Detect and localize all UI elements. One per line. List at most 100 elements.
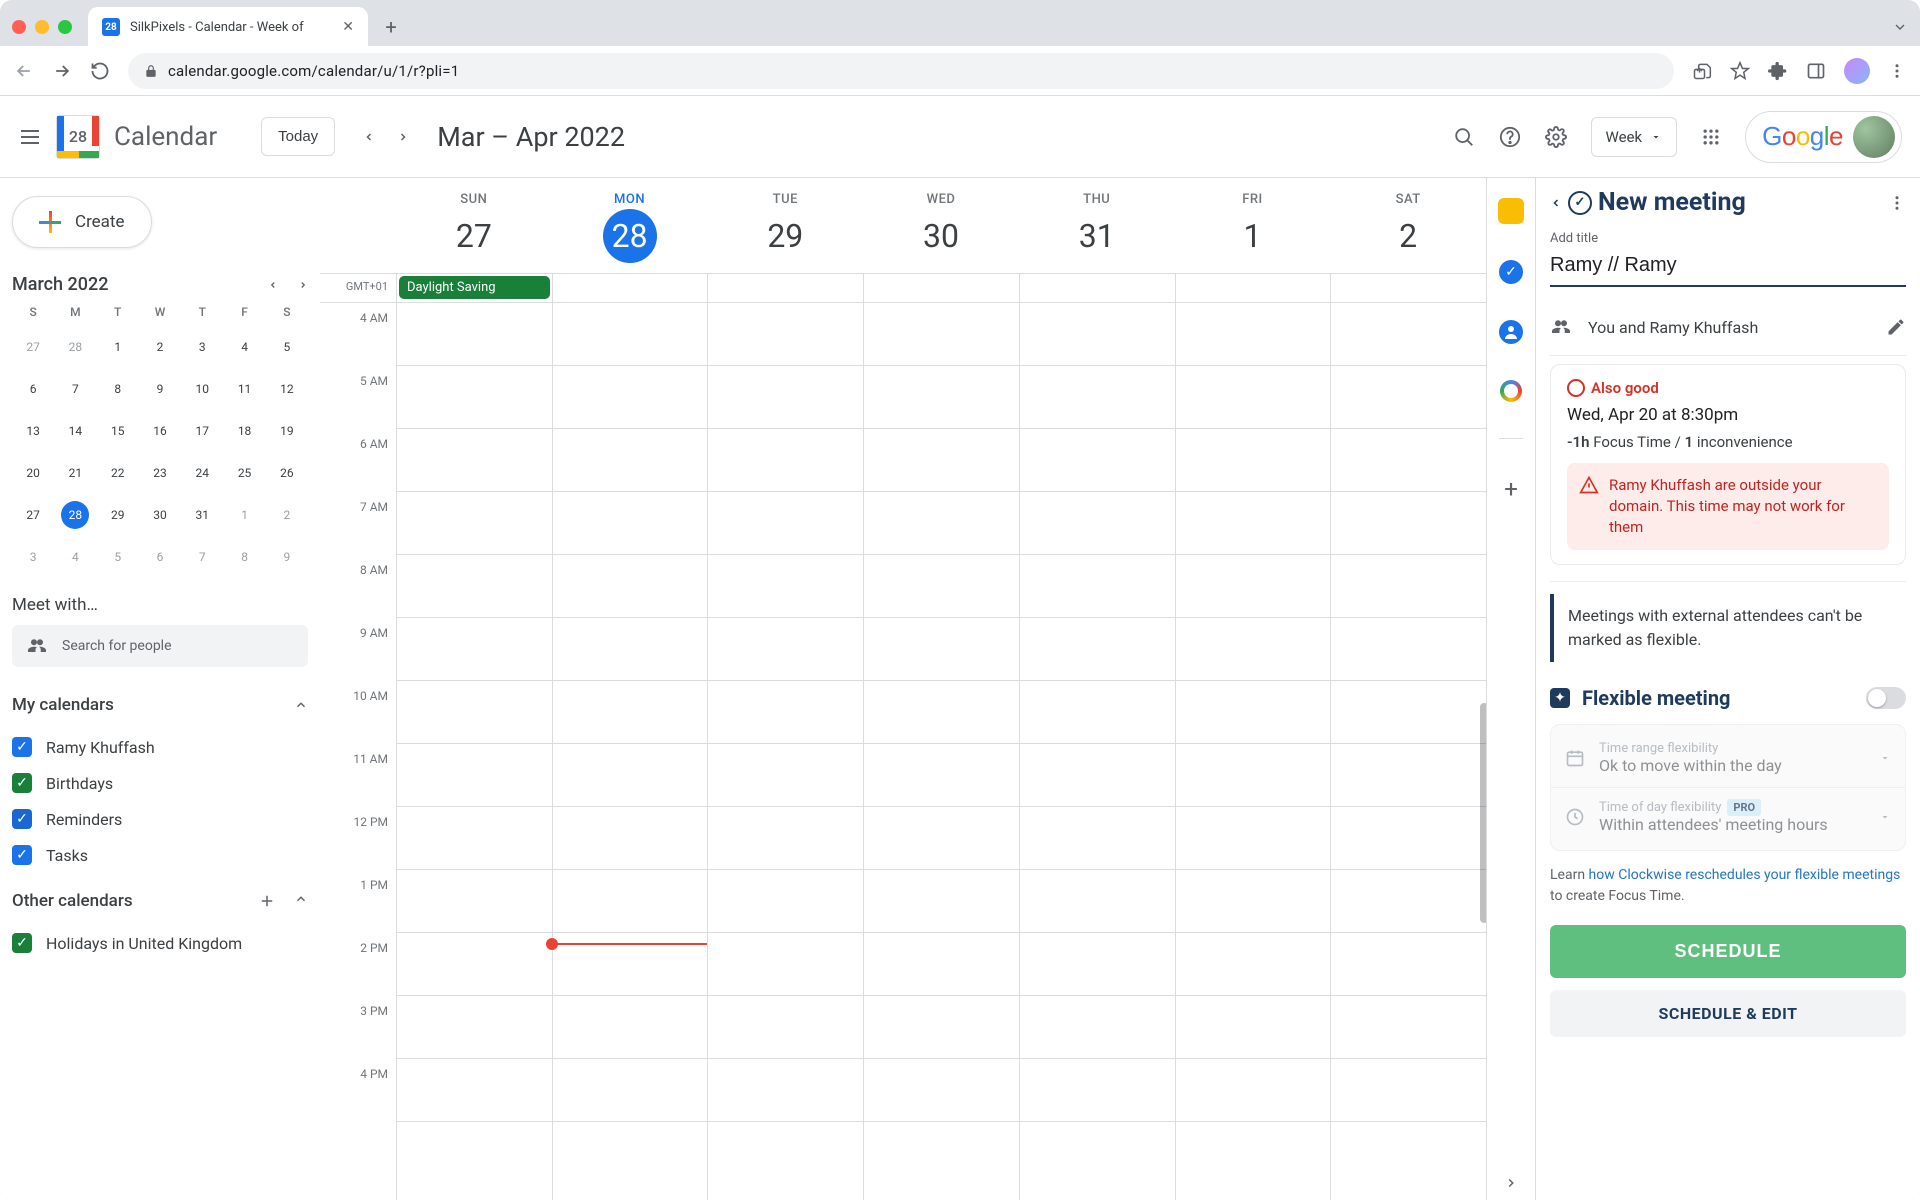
mini-day[interactable]: 14 — [61, 417, 89, 445]
browser-menu-icon[interactable] — [1888, 62, 1906, 80]
mini-day[interactable]: 27 — [19, 501, 47, 529]
time-range-flex-row[interactable]: Time range flexibility Ok to move within… — [1551, 729, 1905, 788]
panel-back-icon[interactable] — [1550, 194, 1562, 212]
mini-day[interactable]: 12 — [273, 375, 301, 403]
allday-cell[interactable] — [1019, 274, 1175, 302]
mini-calendar[interactable]: SMTWTFS272812345678910111213141516171819… — [12, 305, 308, 571]
back-button[interactable] — [14, 61, 34, 81]
allday-cell[interactable] — [552, 274, 708, 302]
mini-day[interactable]: 29 — [104, 501, 132, 529]
calendar-checkbox[interactable]: ✓ — [12, 809, 32, 829]
day-header[interactable]: SUN27 — [396, 178, 552, 273]
maximize-window-icon[interactable] — [58, 20, 72, 34]
today-button[interactable]: Today — [261, 117, 335, 156]
keep-icon[interactable] — [1498, 198, 1524, 224]
view-selector[interactable]: Week — [1591, 117, 1678, 157]
mini-day[interactable]: 13 — [19, 417, 47, 445]
mini-day[interactable]: 7 — [188, 543, 216, 571]
edit-icon[interactable] — [1886, 317, 1906, 337]
scrollbar-thumb[interactable] — [1480, 703, 1486, 923]
omnibox[interactable]: calendar.google.com/calendar/u/1/r?pli=1 — [128, 53, 1674, 89]
mini-day[interactable]: 24 — [188, 459, 216, 487]
day-column[interactable] — [1175, 303, 1331, 1200]
day-header[interactable]: THU31 — [1019, 178, 1175, 273]
mini-day[interactable]: 4 — [231, 333, 259, 361]
day-header[interactable]: WED30 — [863, 178, 1019, 273]
learn-link[interactable]: how Clockwise reschedules your flexible … — [1589, 867, 1901, 883]
forward-button[interactable] — [52, 61, 72, 81]
mini-day[interactable]: 6 — [146, 543, 174, 571]
calendar-checkbox[interactable]: ✓ — [12, 773, 32, 793]
main-menu-icon[interactable] — [18, 125, 42, 149]
mini-day[interactable]: 18 — [231, 417, 259, 445]
mini-day[interactable]: 9 — [146, 375, 174, 403]
allday-cell[interactable] — [1330, 274, 1486, 302]
mini-prev-icon[interactable] — [268, 278, 278, 292]
mini-day[interactable]: 2 — [146, 333, 174, 361]
mini-day[interactable]: 7 — [61, 375, 89, 403]
extensions-icon[interactable] — [1768, 61, 1788, 81]
time-suggestion-card[interactable]: Also good Wed, Apr 20 at 8:30pm -1h Focu… — [1550, 364, 1906, 565]
reload-button[interactable] — [90, 61, 110, 81]
day-column[interactable] — [396, 303, 552, 1200]
allday-event[interactable]: Daylight Saving — [399, 276, 550, 299]
day-column[interactable] — [863, 303, 1019, 1200]
mini-day[interactable]: 25 — [231, 459, 259, 487]
calendar-checkbox[interactable]: ✓ — [12, 933, 32, 953]
mini-day[interactable]: 15 — [104, 417, 132, 445]
mini-day[interactable]: 23 — [146, 459, 174, 487]
calendar-item[interactable]: ✓Birthdays — [12, 765, 308, 801]
attendees-row[interactable]: You and Ramy Khuffash — [1550, 305, 1906, 349]
meeting-title-input[interactable] — [1550, 250, 1906, 287]
allday-cell[interactable] — [707, 274, 863, 302]
day-column[interactable] — [1019, 303, 1175, 1200]
calendar-item[interactable]: ✓Ramy Khuffash — [12, 729, 308, 765]
mini-day[interactable]: 2 — [273, 501, 301, 529]
mini-day[interactable]: 27 — [19, 333, 47, 361]
close-tab-icon[interactable]: ✕ — [342, 19, 354, 35]
mini-day[interactable]: 16 — [146, 417, 174, 445]
tasks-icon[interactable] — [1499, 260, 1523, 284]
next-week-icon[interactable] — [397, 128, 409, 146]
day-header[interactable]: TUE29 — [707, 178, 863, 273]
allday-cell[interactable]: Daylight Saving — [396, 274, 552, 302]
mini-day[interactable]: 19 — [273, 417, 301, 445]
add-addon-icon[interactable]: + — [1504, 475, 1518, 503]
mini-next-icon[interactable] — [298, 278, 308, 292]
mini-day[interactable]: 11 — [231, 375, 259, 403]
allday-cell[interactable] — [863, 274, 1019, 302]
close-window-icon[interactable] — [12, 20, 26, 34]
schedule-edit-button[interactable]: SCHEDULE & EDIT — [1550, 990, 1906, 1037]
browser-profile-avatar[interactable] — [1844, 58, 1870, 84]
day-column[interactable] — [552, 303, 708, 1200]
mini-day[interactable]: 26 — [273, 459, 301, 487]
mini-day[interactable]: 3 — [19, 543, 47, 571]
sidepanel-icon[interactable] — [1806, 61, 1826, 81]
mini-day[interactable]: 17 — [188, 417, 216, 445]
calendar-item[interactable]: ✓Holidays in United Kingdom — [12, 925, 308, 961]
mini-day[interactable]: 1 — [231, 501, 259, 529]
mini-day[interactable]: 8 — [104, 375, 132, 403]
mini-day[interactable]: 30 — [146, 501, 174, 529]
mini-day[interactable]: 28 — [61, 333, 89, 361]
day-header[interactable]: MON28 — [552, 178, 708, 273]
mini-day[interactable]: 5 — [273, 333, 301, 361]
mini-day[interactable]: 4 — [61, 543, 89, 571]
mini-day[interactable]: 28 — [61, 501, 89, 529]
calendar-checkbox[interactable]: ✓ — [12, 845, 32, 865]
time-of-day-flex-row[interactable]: Time of day flexibilityPRO Within attend… — [1551, 788, 1905, 846]
mini-day[interactable]: 22 — [104, 459, 132, 487]
share-icon[interactable] — [1692, 61, 1712, 81]
mini-day[interactable]: 9 — [273, 543, 301, 571]
allday-cell[interactable] — [1175, 274, 1331, 302]
mini-day[interactable]: 8 — [231, 543, 259, 571]
flexible-toggle[interactable] — [1866, 687, 1906, 709]
day-column[interactable] — [1330, 303, 1486, 1200]
browser-tab[interactable]: 28 SilkPixels - Calendar - Week of ✕ — [88, 7, 368, 47]
calendar-item[interactable]: ✓Tasks — [12, 837, 308, 873]
maps-icon[interactable] — [1500, 380, 1522, 402]
mini-day[interactable]: 3 — [188, 333, 216, 361]
help-icon[interactable] — [1499, 126, 1521, 148]
minimize-window-icon[interactable] — [35, 20, 49, 34]
contacts-icon[interactable] — [1499, 320, 1523, 344]
